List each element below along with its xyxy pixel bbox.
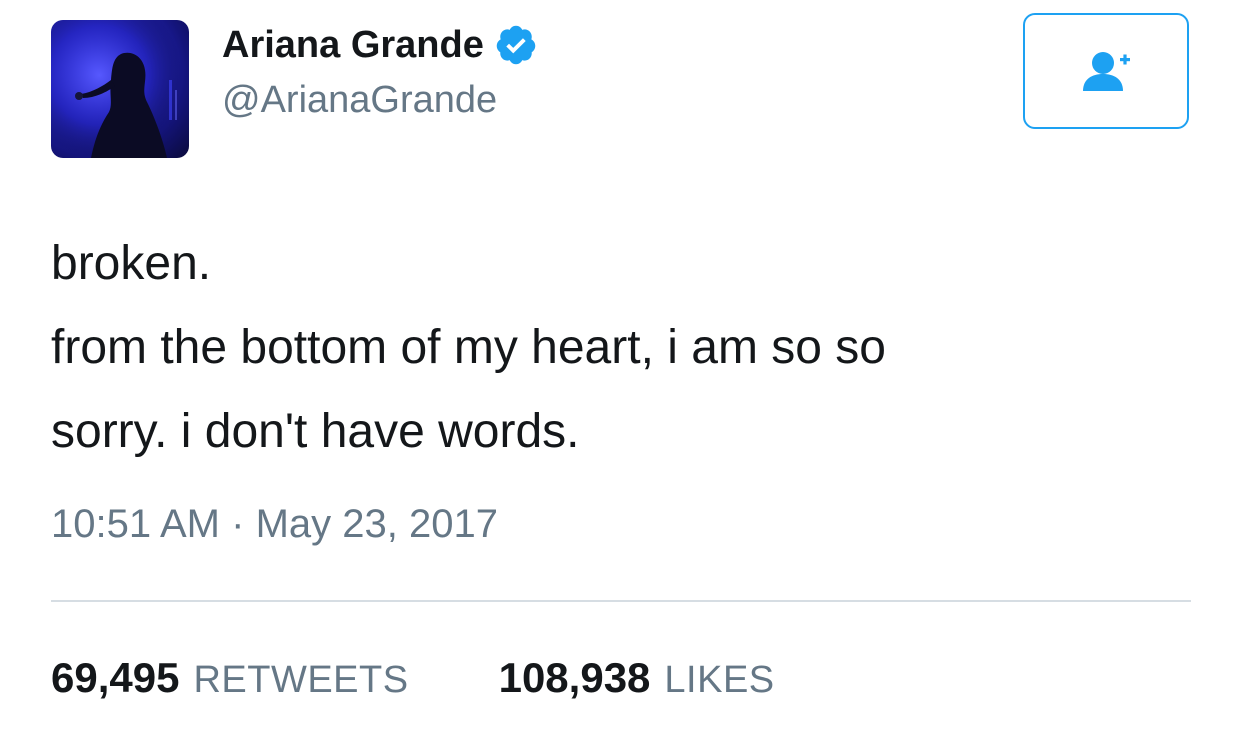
divider — [51, 600, 1191, 602]
tweet-text-line: from the bottom of my heart, i am so so — [51, 321, 886, 374]
tweet-stats: 69,495 RETWEETS 108,938 LIKES — [51, 654, 775, 706]
tweet-card: Ariana Grande @ArianaGrande broken. from… — [0, 0, 1242, 742]
follow-user-plus-icon — [1083, 52, 1130, 91]
verified-badge-icon — [494, 23, 538, 67]
retweets-stat[interactable]: 69,495 RETWEETS — [51, 654, 409, 702]
display-name-row: Ariana Grande — [222, 22, 538, 68]
tweet-time: 10:51 AM — [51, 502, 221, 546]
retweets-count: 69,495 — [51, 654, 180, 701]
tweet-timestamp[interactable]: 10:51 AM · May 23, 2017 — [51, 502, 498, 547]
tweet-text: broken. from the bottom of my heart, i a… — [51, 222, 1181, 474]
tweet-text-line: sorry. i don't have words. — [51, 405, 580, 458]
timestamp-separator: · — [231, 502, 245, 546]
likes-label: LIKES — [664, 659, 775, 701]
retweets-label: RETWEETS — [193, 659, 409, 701]
follow-button[interactable] — [1023, 13, 1189, 129]
likes-count: 108,938 — [498, 654, 651, 701]
display-name[interactable]: Ariana Grande — [222, 24, 484, 67]
tweet-date: May 23, 2017 — [255, 502, 498, 546]
tweet-text-line: broken. — [51, 237, 212, 290]
likes-stat[interactable]: 108,938 LIKES — [499, 654, 775, 702]
avatar[interactable] — [51, 20, 189, 158]
avatar-image — [51, 20, 189, 158]
user-handle[interactable]: @ArianaGrande — [222, 79, 497, 122]
